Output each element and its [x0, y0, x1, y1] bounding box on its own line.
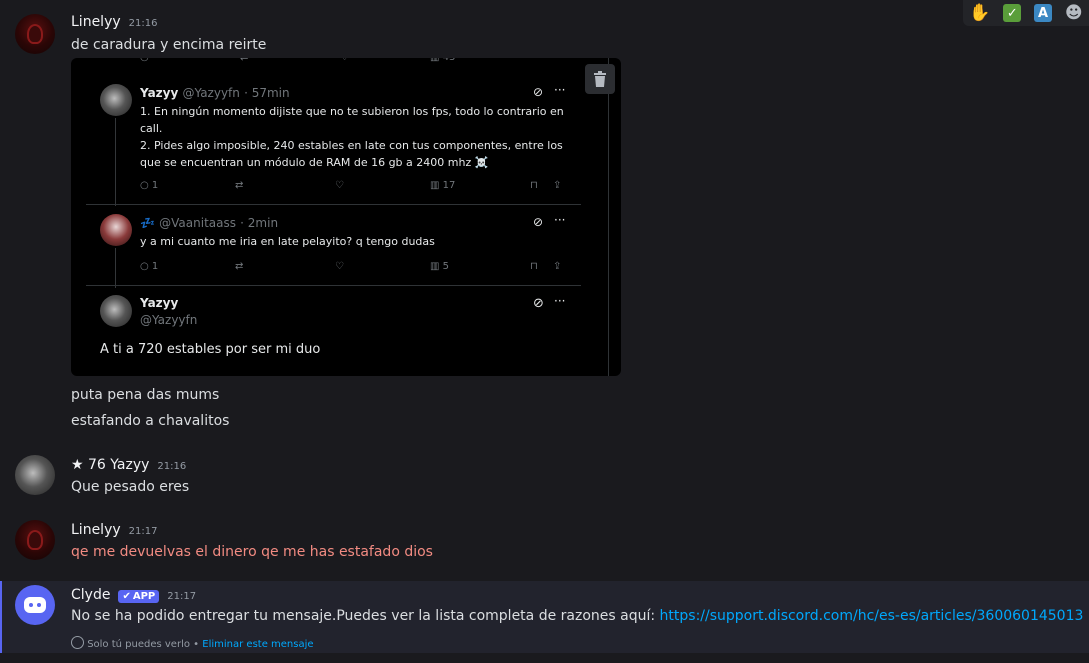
message-text: de caradura y encima reirte	[71, 37, 267, 53]
message-linelyy-2: Linelyy 21:17 qe me devuelvas el dinero …	[0, 520, 1089, 570]
share-icon: ⇪	[553, 261, 562, 272]
avatar[interactable]	[15, 14, 55, 54]
like-icon: ♡	[340, 58, 349, 63]
like-icon: ♡	[335, 261, 344, 272]
thread-line	[115, 248, 116, 288]
post-separator	[86, 285, 581, 286]
message-body: No se ha podido entregar tu mensaje.Pued…	[71, 608, 656, 624]
message-linelyy-1: Linelyy 21:16 de caradura y encima reirt…	[0, 0, 1089, 440]
tweet-text: 1. En ningún momento dijiste que no te s…	[140, 105, 564, 169]
tweet-text: A ti a 720 estables por ser mi duo	[100, 342, 321, 357]
retweet-icon: ⇄	[240, 58, 248, 63]
message-header: Linelyy 21:16	[71, 14, 157, 30]
views-count: 17	[442, 180, 456, 191]
views-icon: ▥ 5	[430, 261, 450, 272]
tweet-avatar	[100, 84, 132, 116]
tweet-handle: @Yazyyfn	[182, 86, 240, 100]
bookmark-icon: ⊓	[530, 261, 538, 272]
tweet-handle: @Vaanitaass	[159, 216, 236, 230]
message-header: Clyde ✔ APP 21:17	[71, 587, 196, 603]
delete-attachment-button[interactable]	[585, 64, 615, 94]
dismiss-message-link[interactable]: Eliminar este mensaje	[202, 639, 313, 650]
clyde-avatar[interactable]	[15, 585, 55, 625]
tweet-text: y a mi cuanto me iria en late pelayito? …	[140, 235, 435, 248]
tweet-time: · 57min	[244, 86, 290, 100]
ephemeral-note: Solo tú puedes verlo • Eliminar este men…	[71, 636, 314, 650]
timestamp: 21:17	[167, 591, 197, 602]
message-yazyy: ★ 76 Yazyy 21:16 Que pesado eres	[0, 455, 1089, 505]
message-text: Que pesado eres	[71, 479, 190, 495]
tweet-handle: @Yazyyfn	[140, 313, 198, 327]
timestamp: 21:17	[128, 526, 158, 537]
message-header: ★ 76 Yazyy 21:16	[71, 457, 186, 473]
top-actions-row: ○ ⇄ ♡ ▥ 43	[140, 58, 570, 68]
username[interactable]: Linelyy	[71, 522, 121, 538]
more-icon: ···	[554, 213, 566, 227]
embed-divider	[608, 58, 609, 376]
dot-separator: •	[193, 639, 200, 650]
tweet-actions: ○ 1 ⇄ ♡ ▥ 17 ⊓ ⇪	[140, 180, 570, 196]
attachment-image[interactable]: ○ ⇄ ♡ ▥ 43 Yazyy @Yazyyfn · 57min ⊘ ··· …	[71, 58, 621, 376]
verified-check-icon: ✔	[122, 591, 131, 602]
avatar[interactable]	[15, 520, 55, 560]
reply-icon: ○ 1	[140, 180, 159, 191]
app-badge-label: APP	[132, 591, 156, 602]
tweet-author: 💤 @Vaanitaass · 2min	[140, 216, 278, 230]
tweet-author-name: Yazyy	[140, 296, 179, 310]
grok-icon: ⊘	[533, 215, 544, 229]
reply-icon: ○ 1	[140, 261, 159, 272]
reply-count: 1	[151, 180, 159, 191]
grok-icon: ⊘	[533, 85, 544, 99]
message-text: No se ha podido entregar tu mensaje.Pued…	[71, 608, 1083, 624]
views-icon: ▥ 43	[430, 58, 455, 63]
message-header: Linelyy 21:17	[71, 522, 157, 538]
tweet-author: Yazyy @Yazyyfn · 57min	[140, 86, 290, 100]
share-icon: ⇪	[553, 180, 562, 191]
like-icon: ♡	[335, 180, 344, 191]
retweet-icon: ⇄	[235, 180, 244, 191]
more-icon: ···	[554, 294, 566, 308]
tweet-avatar	[100, 214, 132, 246]
views-count: 43	[443, 58, 456, 63]
support-link[interactable]: https://support.discord.com/hc/es-es/art…	[660, 608, 1084, 624]
bookmark-icon: ⊓	[530, 180, 538, 191]
timestamp: 21:16	[128, 18, 158, 29]
username[interactable]: Clyde	[71, 587, 110, 603]
trash-icon	[594, 71, 606, 87]
retweet-icon: ⇄	[235, 261, 244, 272]
message-text: qe me devuelvas el dinero qe me has esta…	[71, 544, 433, 560]
app-badge: ✔ APP	[118, 590, 160, 603]
only-you-label: Solo tú puedes verlo	[87, 639, 190, 650]
tweet-time: · 2min	[240, 216, 279, 230]
timestamp: 21:16	[157, 461, 187, 472]
username[interactable]: Linelyy	[71, 14, 121, 30]
reply-icon: ○	[140, 58, 149, 63]
message-text: estafando a chavalitos	[71, 413, 230, 429]
views-icon: ▥ 17	[430, 180, 456, 191]
tweet-actions: ○ 1 ⇄ ♡ ▥ 5 ⊓ ⇪	[140, 261, 570, 277]
tweet-author-name: Yazyy	[140, 86, 179, 100]
sleep-icon: 💤	[140, 216, 155, 230]
clyde-bot-icon	[24, 597, 46, 613]
reply-count: 1	[151, 261, 159, 272]
post-separator	[86, 204, 581, 205]
grok-icon: ⊘	[533, 296, 544, 311]
message-text: puta pena das mums	[71, 387, 220, 403]
username[interactable]: ★ 76 Yazyy	[71, 457, 149, 473]
avatar[interactable]	[15, 455, 55, 495]
views-count: 5	[442, 261, 450, 272]
more-icon: ···	[554, 83, 566, 97]
eye-icon	[71, 636, 84, 649]
tweet-avatar	[100, 295, 132, 327]
thread-line	[115, 118, 116, 206]
